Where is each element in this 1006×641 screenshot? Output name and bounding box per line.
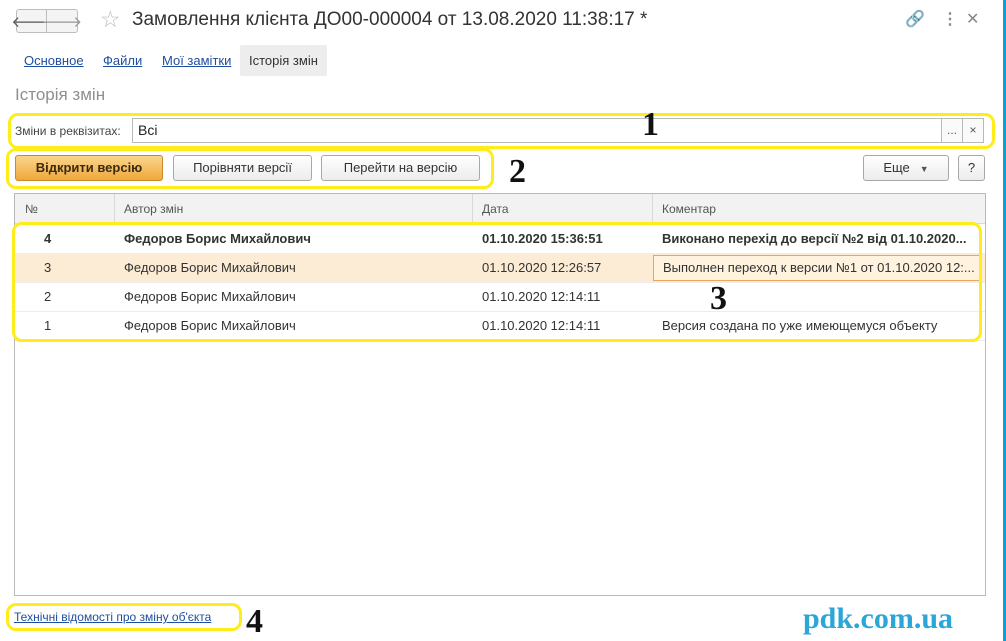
more-button-label: Еще (883, 160, 910, 175)
more-button[interactable]: Еще ▼ (863, 155, 949, 181)
close-icon[interactable]: ✕ (966, 9, 979, 29)
annotation-highlight-link (6, 603, 242, 631)
annotation-highlight-filter (8, 113, 995, 149)
tab-osnovnoe[interactable]: Основное (24, 45, 84, 76)
help-button[interactable]: ? (958, 155, 985, 181)
forward-button[interactable]: 🡒 (42, 9, 82, 33)
watermark: pdk.com.ua (803, 602, 954, 635)
arrow-right-icon: 🡒 (41, 13, 83, 31)
column-header-number[interactable]: № (15, 194, 115, 224)
column-header-author[interactable]: Автор змін (115, 194, 473, 224)
annotation-label-4: 4 (246, 603, 263, 640)
annotation-highlight-table (12, 222, 982, 342)
annotation-label-3: 3 (710, 280, 727, 317)
tab-history[interactable]: Історія змін (240, 45, 327, 76)
annotation-highlight-buttons (6, 148, 494, 189)
chevron-down-icon: ▼ (919, 164, 929, 174)
section-title: Історія змін (15, 85, 106, 104)
link-icon[interactable]: 🔗 (905, 9, 925, 29)
more-icon[interactable]: ⋮ (942, 9, 958, 29)
star-icon[interactable]: ☆ (100, 6, 121, 33)
window-title: Замовлення клієнта ДО00-000004 от 13.08.… (132, 9, 648, 30)
tab-notes[interactable]: Мої замітки (162, 45, 231, 76)
table-header: № Автор змін Дата Коментар (15, 194, 985, 224)
tab-files[interactable]: Файли (103, 45, 142, 76)
annotation-label-1: 1 (642, 106, 659, 143)
column-header-date[interactable]: Дата (473, 194, 653, 224)
annotation-label-2: 2 (509, 153, 526, 190)
column-header-comment[interactable]: Коментар (653, 194, 985, 224)
